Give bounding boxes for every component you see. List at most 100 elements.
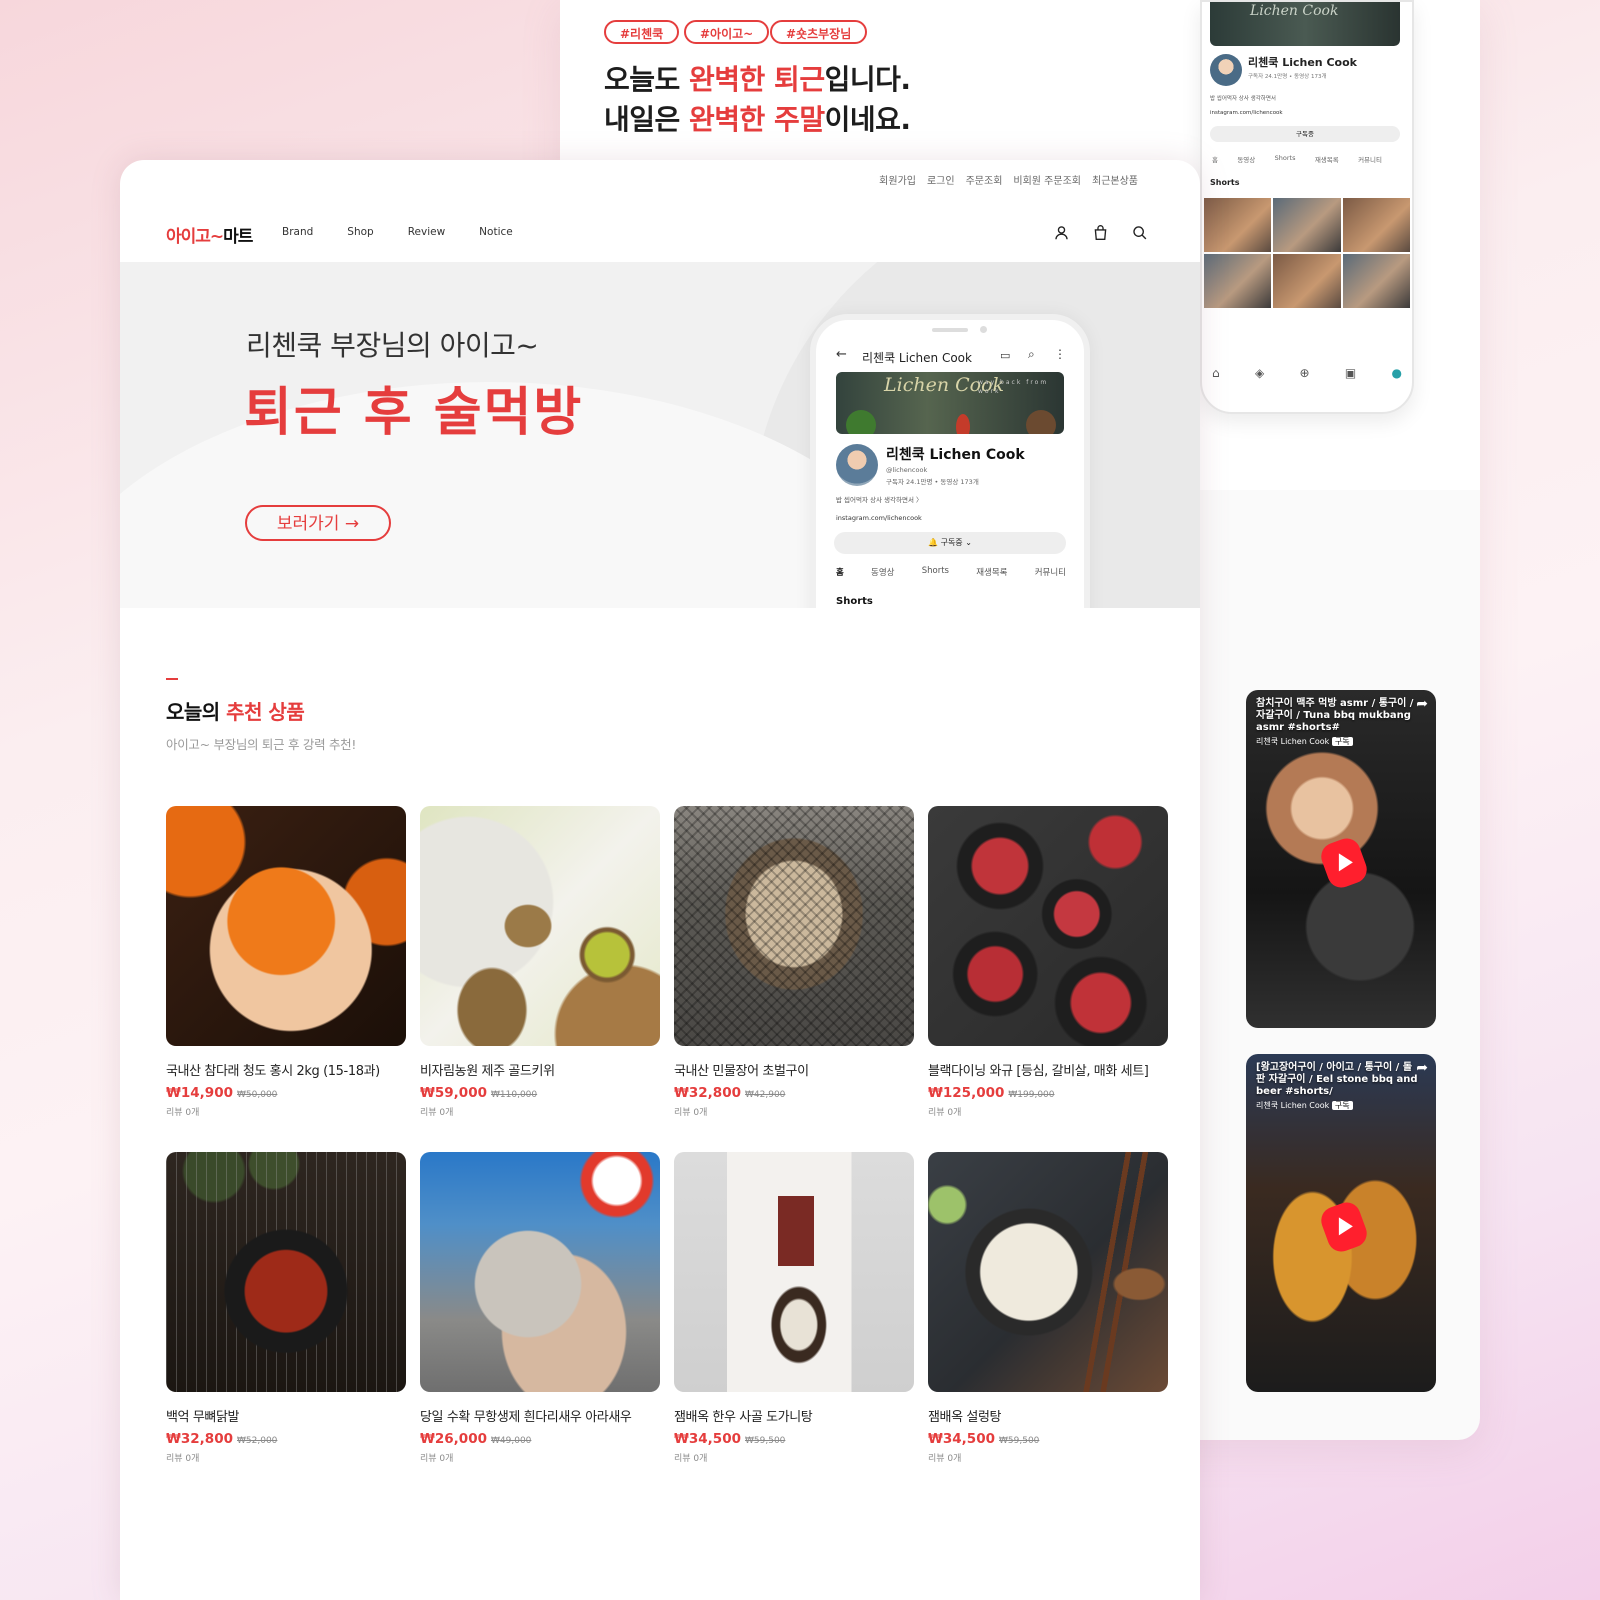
shorts-play-icon[interactable] xyxy=(1317,1198,1371,1256)
product-name[interactable]: 잼배옥 한우 사골 도가니탕 xyxy=(674,1406,914,1425)
channel-avatar[interactable] xyxy=(836,444,878,486)
shorts-channel: 리첸쿡 Lichen Cook 구독 xyxy=(1256,736,1353,747)
product-name[interactable]: 비자림농원 제주 골드키위 xyxy=(420,1060,660,1079)
shorts-thumb[interactable] xyxy=(1273,254,1341,308)
tab-shorts[interactable]: Shorts xyxy=(1275,154,1296,164)
cast-icon[interactable]: ▭ xyxy=(1000,349,1010,362)
product-card[interactable]: 비자림농원 제주 골드키위 ₩59,000 ₩110,000 리뷰 0개 xyxy=(420,806,660,1118)
subscribe-button[interactable]: 🔔 구독중 ⌄ xyxy=(834,532,1066,554)
recently-viewed-link[interactable]: 최근본상품 xyxy=(1092,172,1138,187)
hero-phone-mockup: ← 리첸쿡 Lichen Cook ▭ ⌕ ⋮ Lichen Cook way … xyxy=(810,314,1090,608)
review-count: 리뷰 0개 xyxy=(928,1454,962,1464)
tab-playlists[interactable]: 재생목록 xyxy=(976,566,1007,578)
product-card[interactable]: 백억 무뼈닭발 ₩32,800 ₩52,000 리뷰 0개 xyxy=(166,1152,406,1464)
tab-home[interactable]: 홈 xyxy=(836,566,844,578)
product-image-shrimp[interactable] xyxy=(420,1152,660,1392)
hashtag-2[interactable]: #아이고~ xyxy=(684,20,770,44)
tab-community[interactable]: 커뮤니티 xyxy=(1358,154,1382,164)
login-link[interactable]: 로그인 xyxy=(927,172,955,187)
product-name[interactable]: 당일 수확 무항생제 흰다리새우 아라새우 xyxy=(420,1406,660,1425)
nav-brand[interactable]: Brand xyxy=(282,226,313,238)
shopping-bag-icon[interactable] xyxy=(1092,224,1109,241)
tab-videos[interactable]: 동영상 xyxy=(871,566,894,578)
tab-home[interactable]: 홈 xyxy=(1212,154,1218,164)
product-card[interactable]: 국내산 민물장어 초벌구이 ₩32,800 ₩42,900 리뷰 0개 xyxy=(674,806,914,1118)
product-price: ₩59,000 ₩110,000 xyxy=(420,1085,538,1101)
profile-icon[interactable]: ● xyxy=(1392,366,1402,380)
back-arrow-icon[interactable]: ← xyxy=(836,347,847,362)
shorts-card-eel[interactable]: [왕고장어구이 / 아이고 / 통구이 / 돌판 자갈구이 / Eel ston… xyxy=(1246,1054,1436,1392)
tab-videos[interactable]: 동영상 xyxy=(1237,154,1255,164)
watch-now-button[interactable]: 보러가기 → xyxy=(245,505,391,541)
share-icon[interactable]: ➦ xyxy=(1416,1060,1428,1076)
tab-community[interactable]: 커뮤니티 xyxy=(1035,566,1066,578)
guest-order-lookup-link[interactable]: 비회원 주문조회 xyxy=(1013,172,1081,187)
product-image-soup-package[interactable] xyxy=(674,1152,914,1392)
review-count: 리뷰 0개 xyxy=(674,1108,708,1118)
phone-channel-title: 리첸쿡 Lichen Cook xyxy=(862,351,972,365)
hero-title: 퇴근 후 술먹방 xyxy=(244,383,584,443)
product-name[interactable]: 국내산 민물장어 초벌구이 xyxy=(674,1060,914,1079)
subscriptions-icon[interactable]: ▣ xyxy=(1345,366,1356,380)
shorts-section-title: Shorts xyxy=(836,596,873,607)
product-card[interactable]: 잼배옥 한우 사골 도가니탕 ₩34,500 ₩59,500 리뷰 0개 xyxy=(674,1152,914,1464)
channel-link[interactable]: instagram.com/lichencook xyxy=(836,514,922,522)
product-image-chicken-feet[interactable] xyxy=(166,1152,406,1392)
add-icon[interactable]: ⊕ xyxy=(1299,366,1309,380)
hashtag-3[interactable]: #숏츠부장님 xyxy=(770,20,868,44)
channel-phone-mockup: Lichen Cook 리첸쿡 Lichen Cook 구독자 24.1만명 •… xyxy=(1200,0,1414,414)
original-price: ₩199,000 xyxy=(1008,1090,1055,1100)
product-price: ₩14,900 ₩50,000 xyxy=(166,1085,278,1101)
hero-subtitle: 리첸쿡 부장님의 아이고~ xyxy=(246,329,539,362)
product-card[interactable]: 당일 수확 무항생제 흰다리새우 아라새우 ₩26,000 ₩49,000 리뷰 … xyxy=(420,1152,660,1464)
site-logo[interactable]: 아이고~마트 xyxy=(166,222,253,247)
product-image-persimmon[interactable] xyxy=(166,806,406,1046)
signup-link[interactable]: 회원가입 xyxy=(879,172,916,187)
shorts-play-icon[interactable] xyxy=(1317,834,1371,892)
channel-link[interactable]: instagram.com/lichencook xyxy=(1210,110,1283,116)
product-price: ₩32,800 ₩42,900 xyxy=(674,1085,786,1101)
nav-shop[interactable]: Shop xyxy=(347,226,373,238)
product-name[interactable]: 블랙다이닝 와규 [등심, 갈비살, 매화 세트] xyxy=(928,1060,1168,1079)
product-price: ₩34,500 ₩59,500 xyxy=(674,1431,786,1447)
product-image-kiwi[interactable] xyxy=(420,806,660,1046)
product-card[interactable]: 국내산 참다래 청도 홍시 2kg (15-18과) ₩14,900 ₩50,00… xyxy=(166,806,406,1118)
hero-banner: 리첸쿡 부장님의 아이고~ 퇴근 후 술먹방 보러가기 → ← 리첸쿡 Lich… xyxy=(120,262,1200,608)
channel-tabs: 홈 동영상 Shorts 재생목록 커뮤니티 xyxy=(1212,154,1382,164)
original-price: ₩110,000 xyxy=(491,1090,538,1100)
channel-desc: 밥 씹어먹자 상사 생각하면서 xyxy=(1210,96,1276,102)
shorts-card-tuna[interactable]: 참치구이 맥주 먹방 asmr / 통구이 / 자갈구이 / Tuna bbq … xyxy=(1246,690,1436,1028)
shorts-thumb[interactable] xyxy=(1273,198,1341,252)
shorts-icon[interactable]: ◈ xyxy=(1255,366,1264,380)
product-name[interactable]: 잼배옥 설렁탕 xyxy=(928,1406,1168,1425)
preview-headline-line1: 오늘도 완벽한 퇴근입니다. xyxy=(604,63,911,96)
shorts-thumb[interactable] xyxy=(1342,198,1410,252)
review-count: 리뷰 0개 xyxy=(674,1454,708,1464)
shorts-thumb[interactable] xyxy=(1204,198,1272,252)
product-card[interactable]: 잼배옥 설렁탕 ₩34,500 ₩59,500 리뷰 0개 xyxy=(928,1152,1168,1464)
shorts-thumb[interactable] xyxy=(1342,254,1410,308)
tab-playlists[interactable]: 재생목록 xyxy=(1315,154,1339,164)
share-icon[interactable]: ➦ xyxy=(1416,696,1428,712)
hashtag-1[interactable]: #리첸쿡 xyxy=(604,20,680,44)
banner-bowl-decor xyxy=(1026,410,1056,434)
order-lookup-link[interactable]: 주문조회 xyxy=(966,172,1003,187)
user-icon[interactable] xyxy=(1053,224,1070,241)
shorts-thumb[interactable] xyxy=(1204,254,1272,308)
nav-review[interactable]: Review xyxy=(408,226,445,238)
product-name[interactable]: 백억 무뼈닭발 xyxy=(166,1406,406,1425)
product-image-grilled-eel[interactable] xyxy=(674,806,914,1046)
home-icon[interactable]: ⌂ xyxy=(1212,366,1220,380)
search-icon[interactable] xyxy=(1131,224,1148,241)
channel-stats: 구독자 24.1만명 • 동영상 173개 xyxy=(886,478,979,486)
product-image-seolleongtang[interactable] xyxy=(928,1152,1168,1392)
nav-notice[interactable]: Notice xyxy=(479,226,513,238)
product-card[interactable]: 블랙다이닝 와규 [등심, 갈비살, 매화 세트] ₩125,000 ₩199,0… xyxy=(928,806,1168,1118)
more-icon[interactable]: ⋮ xyxy=(1054,347,1066,361)
channel-description[interactable]: 밥 씹어먹자 상사 생각하면서 〉 xyxy=(836,494,923,504)
product-name[interactable]: 국내산 참다래 청도 홍시 2kg (15-18과) xyxy=(166,1060,406,1079)
subscribe-button[interactable]: 구독중 xyxy=(1210,126,1400,142)
product-image-wagyu[interactable] xyxy=(928,806,1168,1046)
tab-shorts[interactable]: Shorts xyxy=(922,566,949,578)
search-icon[interactable]: ⌕ xyxy=(1028,347,1035,362)
